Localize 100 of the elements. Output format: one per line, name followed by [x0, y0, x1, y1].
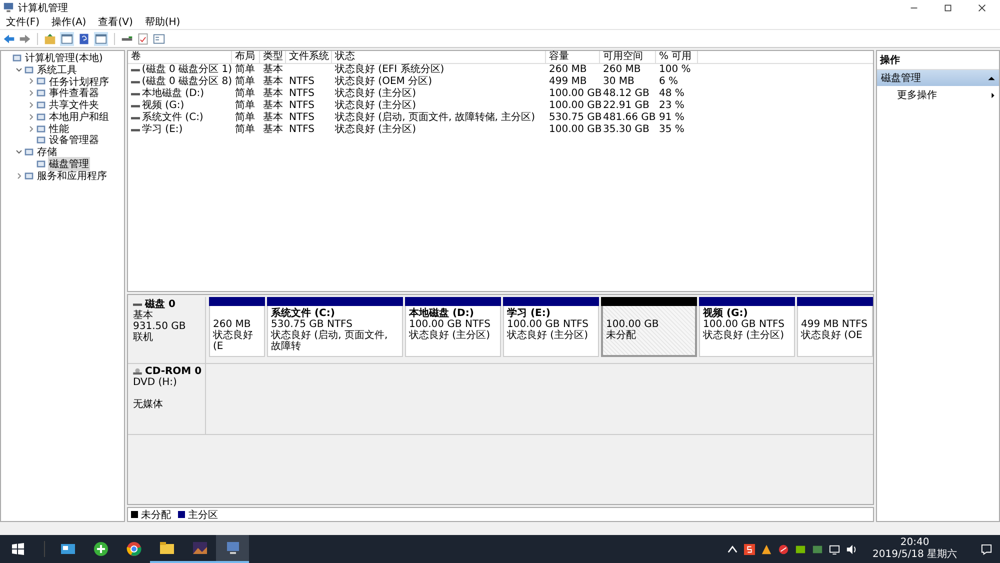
actions-section-header[interactable]: 磁盘管理: [877, 70, 999, 86]
table-cell-text: 基本: [263, 112, 283, 124]
folder-icon: [158, 540, 174, 556]
table-cell-text: 基本: [263, 88, 283, 100]
table-cell: 100.00 GB: [549, 100, 602, 112]
tree-item[interactable]: 任务计划程序: [48, 74, 110, 88]
table-cell: 481.66 GB: [603, 112, 656, 124]
checklist-icon[interactable]: [137, 32, 149, 44]
table-cell: 530.75 GB: [549, 112, 602, 124]
table-cell: 23 %: [659, 100, 684, 112]
tree-item[interactable]: 磁盘管理: [48, 157, 90, 172]
table-cell: 100.00 GB: [549, 88, 602, 100]
tree-item[interactable]: 服务和应用程序: [36, 168, 108, 183]
partition-size: 499 MB NTFS: [801, 319, 868, 330]
partition-status: 状态良好 (主分区): [409, 330, 491, 341]
windows-logo-icon[interactable]: [12, 543, 24, 555]
table-cell: 91 %: [659, 112, 684, 124]
panel-icon[interactable]: [94, 32, 108, 46]
column-header[interactable]: 卷: [128, 51, 232, 63]
menu-item[interactable]: 帮助(H): [144, 15, 180, 29]
column-header[interactable]: 布局: [232, 51, 260, 63]
menu-item[interactable]: 文件(F): [6, 15, 40, 29]
disk-info: 基本: [133, 310, 154, 321]
panel-icon[interactable]: [60, 32, 74, 46]
table-cell-text: 简单: [235, 88, 255, 100]
action-link[interactable]: 更多操作: [897, 88, 937, 102]
table-cell: 100 %: [659, 64, 691, 76]
computer-icon: [3, 2, 14, 13]
disk-name: 磁盘 0: [145, 299, 176, 310]
expand-caret-icon[interactable]: [27, 112, 35, 121]
column-header[interactable]: 可用空间: [600, 51, 656, 63]
close-icon[interactable]: [978, 4, 986, 12]
disk-info: 联机: [133, 332, 154, 343]
partition-name: 系统文件 (C:): [271, 308, 336, 319]
disk-info: 931.50 GB: [133, 321, 187, 332]
maximize-icon[interactable]: [944, 4, 952, 12]
tree-item[interactable]: 本地用户和组: [48, 110, 110, 124]
collapse-triangle-icon[interactable]: [988, 76, 995, 80]
expand-caret-icon[interactable]: [27, 89, 35, 98]
tray-app-icon[interactable]: [778, 544, 789, 554]
tree-item[interactable]: 计算机管理(本地): [24, 50, 104, 65]
partition-block[interactable]: 499 MB NTFS 状态良好 (OE: [797, 306, 873, 357]
table-cell-text: 视频 (G:): [142, 100, 184, 112]
partition-block[interactable]: 视频 (G:) 100.00 GB NTFS 状态良好 (主分区): [699, 306, 795, 357]
table-cell: 6 %: [659, 76, 678, 88]
node-icon: [36, 76, 46, 86]
table-cell-text: 状态良好 (启动, 页面文件, 故障转储, 主分区): [335, 112, 536, 124]
node-icon: [36, 159, 46, 170]
partition-status: 未分配: [606, 330, 637, 341]
tree-item[interactable]: 存储: [36, 145, 58, 160]
tray-app-icon[interactable]: [760, 544, 772, 554]
partition-block[interactable]: 系统文件 (C:) 530.75 GB NTFS 状态良好 (启动, 页面文件, 故障转: [267, 306, 403, 357]
table-cell: NTFS: [289, 124, 315, 136]
help-icon[interactable]: [78, 32, 90, 44]
window-icon: [60, 541, 76, 557]
column-header[interactable]: 容量: [546, 51, 600, 63]
tree-item[interactable]: 系统工具: [36, 62, 78, 77]
tree-item[interactable]: 性能: [48, 122, 70, 136]
column-header[interactable]: % 可用: [656, 51, 698, 63]
back-arrow-icon[interactable]: [3, 32, 15, 44]
node-icon: [24, 147, 34, 158]
table-cell-text: 基本: [263, 76, 283, 88]
menu-item[interactable]: 操作(A): [52, 15, 86, 29]
expand-caret-icon[interactable]: [27, 101, 35, 110]
table-cell: 状态良好 (主分区): [335, 124, 416, 136]
tree-item[interactable]: 设备管理器: [48, 133, 100, 148]
partition-block[interactable]: 100.00 GB 未分配: [601, 306, 697, 357]
forward-arrow-icon[interactable]: [19, 32, 31, 44]
partition-name: 学习 (E:): [507, 308, 552, 319]
table-cell-text: 状态良好 (主分区): [335, 100, 416, 112]
expand-caret-icon[interactable]: [27, 124, 35, 133]
partition-status: 状态良好 (E: [213, 330, 254, 352]
notification-icon[interactable]: [981, 544, 992, 554]
clock-date[interactable]: 2019/5/18 星期六: [872, 549, 957, 561]
legend-label: 未分配: [141, 508, 171, 522]
cd-drive-icon: [133, 368, 142, 375]
column-header[interactable]: 类型: [260, 51, 286, 63]
input-method-icon[interactable]: [744, 544, 755, 554]
table-cell-text: 基本: [263, 100, 283, 112]
folder-up-icon[interactable]: [44, 32, 56, 44]
column-header[interactable]: 文件系统: [286, 51, 332, 63]
tree-item[interactable]: 共享文件夹: [48, 98, 100, 112]
expand-caret-icon[interactable]: [27, 77, 35, 86]
clock-time[interactable]: 20:40: [900, 537, 930, 549]
window-icon[interactable]: [153, 32, 165, 44]
menu-item[interactable]: 查看(V): [98, 15, 133, 29]
partition-block[interactable]: 本地磁盘 (D:) 100.00 GB NTFS 状态良好 (主分区): [405, 306, 501, 357]
up-caret-icon[interactable]: [726, 544, 738, 554]
collapse-caret-icon[interactable]: [15, 66, 23, 74]
speaker-icon[interactable]: [846, 544, 857, 554]
partition-status: 状态良好 (主分区): [507, 330, 589, 341]
tray-app-icon[interactable]: [794, 544, 806, 554]
table-cell: NTFS: [289, 76, 315, 88]
table-cell-text: (磁盘 0 磁盘分区 8): [142, 76, 232, 88]
column-header[interactable]: 状态: [332, 51, 546, 63]
partition-block[interactable]: 260 MB 状态良好 (E: [209, 306, 265, 357]
expand-caret-icon[interactable]: [15, 172, 23, 180]
collapse-caret-icon[interactable]: [15, 148, 23, 156]
partition-block[interactable]: 学习 (E:) 100.00 GB NTFS 状态良好 (主分区): [503, 306, 599, 357]
tree-item[interactable]: 事件查看器: [48, 86, 100, 100]
